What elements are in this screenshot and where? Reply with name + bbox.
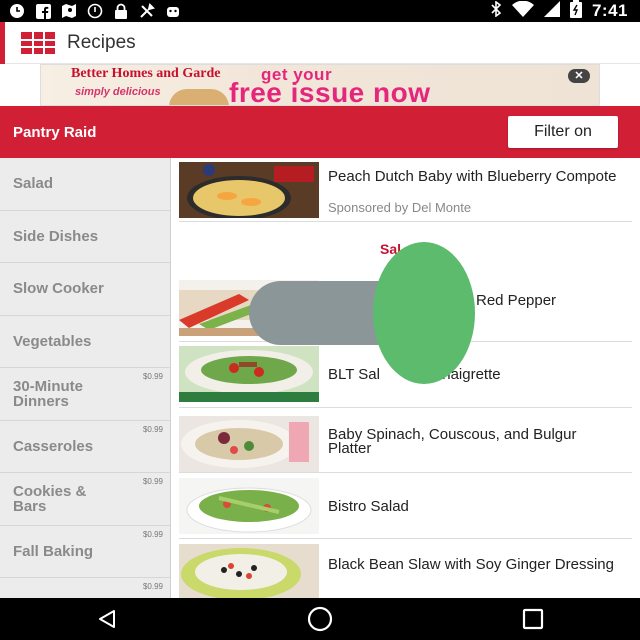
recipe-title: Black Bean Slaw with Soy Ginger Dressing <box>328 556 614 573</box>
sponsored-recipe-item[interactable]: Peach Dutch Baby with Blueberry Compote … <box>171 158 640 222</box>
list-divider <box>179 538 632 539</box>
home-icon[interactable] <box>300 604 340 634</box>
price-badge: $0.99 <box>142 424 163 434</box>
app-bar-accent <box>0 21 5 64</box>
list-item[interactable]: Baby Spinach, Couscous, and Bulgur Platt… <box>171 410 640 472</box>
price-badge: $0.99 <box>142 582 163 591</box>
ad-banner[interactable]: Better Homes and Gardens simply deliciou… <box>40 64 600 106</box>
cell-signal-icon <box>543 0 560 22</box>
sidebar-item-label: Casseroles <box>13 437 94 455</box>
section-title: Pantry Raid <box>13 123 97 141</box>
category-sidebar: Salad Side Dishes Slow Cooker Vegetables… <box>0 158 171 631</box>
recipe-title: Baby Spinach, Couscous, and Bulgur Platt… <box>328 426 577 457</box>
recents-icon[interactable] <box>513 604 553 634</box>
clock-icon <box>8 3 26 19</box>
list-item[interactable]: Black Bean Slaw with Soy Ginger Dressing <box>171 542 640 598</box>
sidebar-item-label: Fall Baking <box>13 542 94 560</box>
sidebar-item-fall-baking[interactable]: Fall Baking $0.99 <box>0 526 170 578</box>
bhg-plaid-icon[interactable] <box>21 31 55 54</box>
block-icon <box>86 3 104 19</box>
sidebar-item-casseroles[interactable]: Casseroles $0.99 <box>0 421 170 473</box>
ad-headline-main: free issue now <box>229 77 431 106</box>
sidebar-item-label: Salad <box>13 175 54 193</box>
sidebar-item-cookies-bars[interactable]: Cookies & Bars $0.99 <box>0 473 170 526</box>
ad-area: Better Homes and Gardens simply deliciou… <box>0 64 640 106</box>
sidebar-item-side-dishes[interactable]: Side Dishes <box>0 211 170 263</box>
ad-food-image <box>169 89 229 105</box>
pantry-raid-bar: Pantry Raid Filter on <box>0 106 640 158</box>
price-badge: $0.99 <box>142 372 163 381</box>
recipe-thumbnail <box>179 162 319 218</box>
navigation-bar <box>0 598 640 640</box>
recipe-title: Peach Dutch Baby with Blueberry Compote <box>328 168 617 185</box>
list-item[interactable]: Bistro Salad <box>171 476 640 538</box>
app-bar: Recipes <box>0 21 640 64</box>
recipe-thumbnail <box>179 478 319 534</box>
sponsor-label: Sponsored by Del Monte <box>328 200 472 215</box>
price-badge: $0.99 <box>142 477 163 486</box>
tools-icon <box>138 3 156 19</box>
app-title: Recipes <box>67 31 136 53</box>
map-icon <box>60 3 78 19</box>
sidebar-item-label: Slow Cooker <box>13 280 104 298</box>
status-right: 7:41 <box>490 0 640 23</box>
list-divider <box>179 407 632 408</box>
sidebar-item-salad[interactable]: Salad <box>0 158 170 211</box>
app-screen: 7:41 Recipes Better Homes and Gardens si… <box>0 0 640 640</box>
recipe-title: Bistro Salad <box>328 498 409 515</box>
ad-brand-logo: Better Homes and Gardens <box>71 66 221 81</box>
bluetooth-icon <box>490 0 502 22</box>
battery-icon <box>569 0 582 23</box>
price-badge: $0.99 <box>142 529 163 539</box>
list-divider <box>179 472 632 473</box>
clock-time: 7:41 <box>591 1 628 20</box>
sidebar-item-30-minute-dinners[interactable]: 30-Minute Dinners $0.99 <box>0 368 170 421</box>
sidebar-item-label: Cookies & Bars <box>13 482 87 515</box>
back-icon[interactable] <box>87 604 127 634</box>
recipe-thumbnail <box>179 346 319 402</box>
filter-button[interactable]: Filter on <box>508 116 618 148</box>
recipe-title: BLT Sal ith Vinaigrette <box>328 366 501 383</box>
sidebar-item-label: Side Dishes <box>13 227 99 245</box>
ad-magazine-name: simply delicious <box>75 86 161 98</box>
lock-icon <box>112 3 130 19</box>
ad-close-button[interactable]: ✕ <box>568 69 590 83</box>
recipe-title: Red Pepper <box>476 292 557 309</box>
android-icon <box>164 3 182 19</box>
recipe-thumbnail <box>179 416 319 472</box>
sidebar-item-label: Vegetables <box>13 332 92 350</box>
wifi-icon <box>511 0 534 22</box>
sidebar-item-vegetables[interactable]: Vegetables <box>0 316 170 368</box>
sidebar-item-slow-cooker[interactable]: Slow Cooker <box>0 263 170 316</box>
recipe-thumbnail <box>179 544 319 598</box>
sidebar-item-label: 30-Minute Dinners <box>13 377 84 410</box>
facebook-icon <box>34 3 52 19</box>
green-overlay-shape <box>373 242 475 384</box>
status-bar: 7:41 <box>0 0 640 22</box>
